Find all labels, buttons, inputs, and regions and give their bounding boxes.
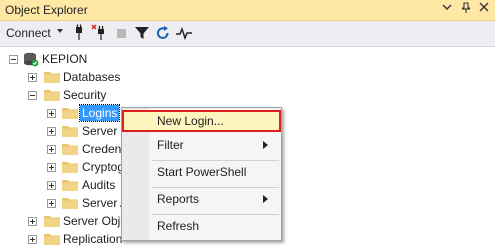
- window-menu-dropdown-icon[interactable]: [440, 2, 454, 15]
- folder-icon: [44, 233, 60, 245]
- collapse-toggle-icon[interactable]: [28, 91, 37, 100]
- stop-icon[interactable]: [113, 24, 131, 42]
- menu-item-label: Start PowerShell: [157, 165, 247, 179]
- folder-icon: [44, 89, 60, 101]
- menu-item-label: New Login...: [157, 114, 224, 128]
- tree-node-server-objects[interactable]: Server Obje: [0, 212, 127, 230]
- connect-dropdown-icon[interactable]: [56, 27, 64, 37]
- expand-toggle-icon[interactable]: [47, 109, 56, 118]
- expand-toggle-icon[interactable]: [47, 127, 56, 136]
- disconnect-plug-icon[interactable]: [91, 24, 109, 42]
- tree-label-logins: Logins: [78, 104, 121, 122]
- connect-plug-icon[interactable]: [70, 24, 88, 42]
- expand-toggle-icon[interactable]: [28, 235, 37, 244]
- tree-label-server: KEPION: [42, 52, 88, 66]
- folder-icon: [62, 179, 78, 191]
- server-database-icon: [23, 52, 39, 67]
- expand-toggle-icon[interactable]: [47, 199, 56, 208]
- tree-label-databases: Databases: [63, 70, 121, 84]
- folder-icon: [44, 71, 60, 83]
- tree-label-replication: Replication: [63, 232, 123, 246]
- tree-label-cryptographic: Cryptog: [82, 160, 125, 174]
- tree-label-server-objects: Server Obje: [63, 214, 128, 228]
- menu-item-reports[interactable]: Reports: [122, 188, 281, 210]
- expand-toggle-icon[interactable]: [28, 217, 37, 226]
- menu-item-start-powershell[interactable]: Start PowerShell: [122, 161, 281, 183]
- submenu-arrow-icon: [263, 188, 269, 210]
- expand-toggle-icon[interactable]: [47, 163, 56, 172]
- tree-node-server-audit-specifications[interactable]: Server A: [0, 194, 128, 212]
- submenu-arrow-icon: [263, 134, 269, 156]
- tree-node-server[interactable]: KEPION: [0, 50, 200, 68]
- menu-item-new-login[interactable]: New Login...: [122, 110, 281, 132]
- activity-monitor-icon[interactable]: [175, 24, 193, 42]
- connect-button[interactable]: Connect: [6, 26, 51, 40]
- folder-icon: [62, 125, 78, 137]
- window-title: Object Explorer: [5, 3, 88, 17]
- menu-item-label: Filter: [157, 138, 184, 152]
- tree-node-databases[interactable]: Databases: [0, 68, 200, 86]
- expand-toggle-icon[interactable]: [28, 73, 37, 82]
- tree-node-server-roles[interactable]: Server R: [0, 122, 129, 140]
- folder-icon: [62, 107, 78, 119]
- folder-icon: [44, 215, 60, 227]
- filter-icon[interactable]: [133, 24, 151, 42]
- tree-label-audits: Audits: [82, 178, 116, 192]
- context-menu: New Login... Filter Start PowerShell Rep…: [121, 107, 282, 241]
- collapse-toggle-icon[interactable]: [9, 55, 18, 64]
- pin-icon[interactable]: [459, 2, 473, 17]
- close-icon[interactable]: [477, 2, 491, 15]
- refresh-icon[interactable]: [154, 24, 172, 42]
- tree-node-audits[interactable]: Audits: [0, 176, 122, 194]
- folder-icon: [62, 197, 78, 209]
- expand-toggle-icon[interactable]: [47, 181, 56, 190]
- menu-item-label: Reports: [157, 192, 200, 206]
- tree-node-credentials[interactable]: Credenti: [0, 140, 127, 158]
- object-explorer-toolbar: Connect: [0, 21, 495, 47]
- expand-toggle-icon[interactable]: [47, 145, 56, 154]
- menu-item-label: Refresh: [157, 219, 200, 233]
- tree-node-security[interactable]: Security: [0, 86, 200, 104]
- menu-item-refresh[interactable]: Refresh: [122, 215, 281, 237]
- tree-node-cryptographic-providers[interactable]: Cryptog: [0, 158, 125, 176]
- folder-icon: [62, 143, 78, 155]
- tree-node-replication[interactable]: Replication: [0, 230, 122, 248]
- object-explorer-titlebar: Object Explorer: [0, 0, 495, 21]
- folder-icon: [62, 161, 78, 173]
- menu-item-filter[interactable]: Filter: [122, 134, 281, 156]
- tree-label-security: Security: [63, 88, 107, 102]
